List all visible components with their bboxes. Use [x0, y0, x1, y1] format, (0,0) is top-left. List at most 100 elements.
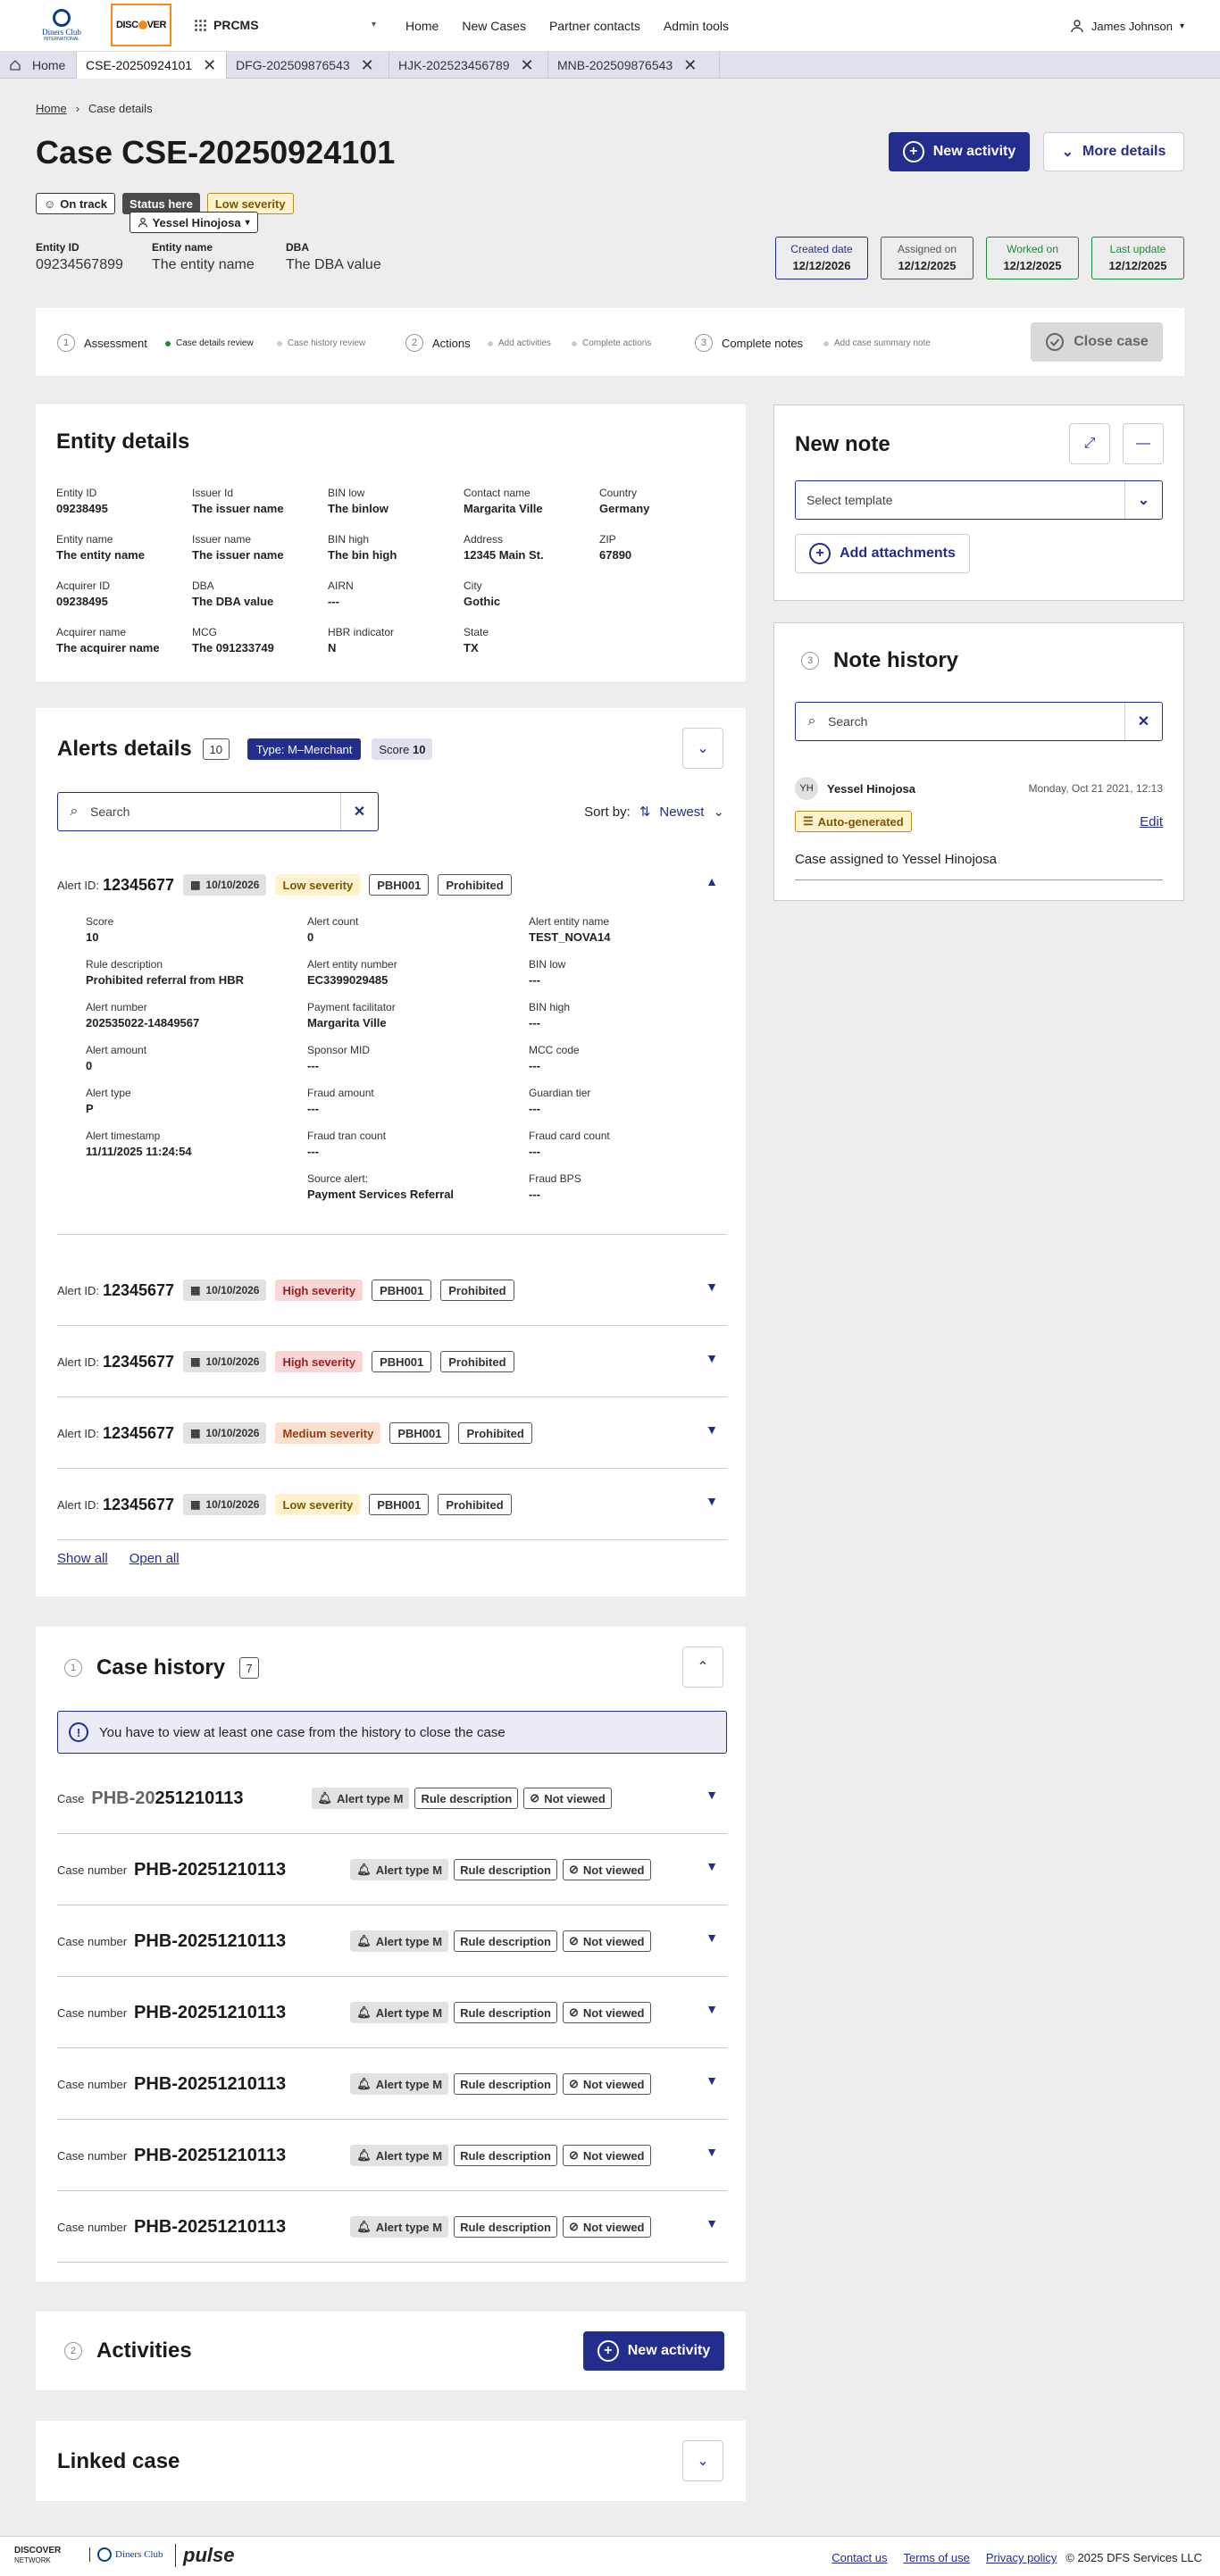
- close-case-button[interactable]: Close case: [1031, 322, 1163, 362]
- template-select[interactable]: Select template ⌄: [795, 480, 1163, 520]
- nav-admin-tools[interactable]: Admin tools: [664, 19, 729, 33]
- entity-field: HBR indicator N: [328, 626, 395, 654]
- expand-linked-button[interactable]: ⌄: [682, 2440, 723, 2481]
- edit-note-link[interactable]: Edit: [1140, 814, 1163, 829]
- alert-row[interactable]: Alert ID: 12345677 ▦ 10/10/2026 High severit…: [57, 1255, 727, 1326]
- chevron-down-icon[interactable]: ▾: [372, 20, 376, 29]
- chevron-down-icon[interactable]: ▼: [706, 1859, 718, 1873]
- chevron-down-icon[interactable]: ▼: [706, 1788, 718, 1802]
- close-icon[interactable]: ✕: [521, 56, 534, 75]
- tab-case-active[interactable]: CSE-20250924101 ✕: [77, 52, 227, 79]
- alert-detail-field: Guardian tier ---: [529, 1087, 591, 1115]
- tab-case[interactable]: MNB-202509876543 ✕: [548, 52, 720, 79]
- severity-badge: Low severity: [275, 874, 361, 896]
- chevron-down-icon[interactable]: ⌄: [1124, 481, 1162, 519]
- entity-field: Entity ID 09238495: [56, 487, 108, 515]
- minimize-note-button[interactable]: —: [1123, 423, 1164, 464]
- user-menu[interactable]: James Johnson ▾: [1070, 19, 1184, 33]
- alert-type-chip: 🔔︎ Alert type M: [350, 1859, 449, 1880]
- alert-detail: Score 10 Alert count 0 Alert entity name TEST…: [86, 915, 750, 1201]
- note-search[interactable]: ⌕ Search ✕: [795, 702, 1163, 741]
- chevron-down-icon[interactable]: ▼: [706, 2145, 718, 2159]
- history-row[interactable]: Case number PHB-20251210113 🔔︎ Alert type M…: [57, 2048, 727, 2120]
- entity-field: ZIP 67890: [599, 533, 632, 562]
- expand-note-button[interactable]: ⤢: [1069, 423, 1110, 464]
- contact-us-link[interactable]: Contact us: [831, 2551, 887, 2564]
- close-icon[interactable]: ✕: [203, 56, 216, 75]
- chevron-up-icon[interactable]: ▲: [706, 874, 718, 888]
- nav-home[interactable]: Home: [405, 19, 439, 33]
- history-row[interactable]: Case number PHB-20251210113 🔔︎ Alert type M…: [57, 1834, 727, 1905]
- add-attachments-button[interactable]: + Add attachments: [795, 534, 970, 573]
- case-progress-bar: 1 Assessment Case details review Case his…: [36, 308, 1184, 376]
- alert-id: 12345677: [102, 1495, 175, 1513]
- chevron-down-icon[interactable]: ▼: [706, 2073, 718, 2088]
- not-viewed-chip: ⊘ Not viewed: [523, 1788, 612, 1809]
- nav-new-cases[interactable]: New Cases: [462, 19, 526, 33]
- entity-summary: Entity ID 09234567899 Entity name The enti…: [36, 241, 381, 272]
- substep: Case details review: [165, 338, 254, 348]
- privacy-link[interactable]: Privacy policy: [986, 2551, 1057, 2564]
- case-history-panel: 1 Case history 7 ⌃ ! You have to view at …: [36, 1627, 746, 2281]
- case-status-chips: ☺ On track Status here Low severity Yesse…: [36, 193, 294, 233]
- calendar-icon: ▦: [190, 879, 201, 891]
- home-icon: [10, 60, 21, 71]
- alert-date: ▦ 10/10/2026: [183, 1280, 267, 1301]
- new-activity-button[interactable]: + New activity: [583, 2331, 724, 2371]
- rule-chip: Rule description: [454, 1859, 557, 1880]
- tab-home[interactable]: Home: [0, 52, 77, 79]
- calendar-icon: ▦: [190, 1355, 201, 1368]
- severity-badge: Low severity: [275, 1494, 361, 1515]
- not-viewed-chip: ⊘ Not viewed: [562, 1930, 651, 1952]
- entity-fields: Entity ID 09238495 Issuer Id The issuer nam…: [56, 487, 735, 654]
- show-all-link[interactable]: Show all: [57, 1551, 108, 1566]
- nav-partner-contacts[interactable]: Partner contacts: [549, 19, 640, 33]
- breadcrumb-home[interactable]: Home: [36, 102, 67, 115]
- alerts-search[interactable]: ⌕ Search ✕: [57, 792, 379, 831]
- entity-name: The entity name: [152, 257, 255, 272]
- sort-control[interactable]: Sort by: ⇅ Newest ⌄: [584, 804, 724, 821]
- section-title: Linked case: [57, 2449, 180, 2473]
- history-row[interactable]: Case number PHB-20251210113 🔔︎ Alert type M…: [57, 2120, 727, 2191]
- clear-icon[interactable]: ✕: [1124, 703, 1162, 740]
- alert-id: 12345677: [102, 1423, 175, 1442]
- history-row[interactable]: Case number PHB-20251210113 🔔︎ Alert type M…: [57, 2191, 727, 2263]
- more-details-button[interactable]: ⌄ More details: [1043, 132, 1184, 171]
- chevron-down-icon[interactable]: ▼: [706, 2002, 718, 2016]
- alert-row[interactable]: Alert ID: 12345677 ▦ 10/10/2026 Medium sever…: [57, 1397, 727, 1469]
- chevron-down-icon[interactable]: ▼: [706, 1930, 718, 1945]
- history-row[interactable]: Case PHB-20251210113 🔔︎ Alert type M Rule de…: [57, 1763, 727, 1834]
- chevron-down-icon[interactable]: ▼: [706, 1422, 718, 1437]
- history-row[interactable]: Case number PHB-20251210113 🔔︎ Alert type M…: [57, 1977, 727, 2048]
- alert-detail-field: Alert timestamp 11/11/2025 11:24:54: [86, 1130, 192, 1158]
- chevron-down-icon[interactable]: ▼: [706, 1494, 718, 1508]
- alerts-panel: Alerts details 10 Type: M–Merchant Score…: [36, 708, 746, 1596]
- eye-off-icon: ⊘: [568, 2220, 579, 2233]
- step-assessment: 1 Assessment: [57, 334, 147, 352]
- alert-detail-field: Alert type P: [86, 1087, 131, 1115]
- assignee-dropdown[interactable]: Yessel Hinojosa ▾: [129, 212, 258, 233]
- close-icon[interactable]: ✕: [361, 56, 374, 75]
- collapse-alerts-button[interactable]: ⌄: [682, 728, 723, 769]
- chevron-down-icon[interactable]: ▼: [706, 2216, 718, 2230]
- terms-link[interactable]: Terms of use: [903, 2551, 969, 2564]
- history-row[interactable]: Case number PHB-20251210113 🔔︎ Alert type M…: [57, 1905, 727, 1977]
- alert-row[interactable]: Alert ID: 12345677 ▦ 10/10/2026 High severit…: [57, 1326, 727, 1397]
- case-number: PHB-20251210113: [134, 2002, 287, 2022]
- chevron-down-icon[interactable]: ▼: [706, 1280, 718, 1294]
- on-track-badge: ☺ On track: [36, 193, 116, 214]
- close-icon[interactable]: ✕: [683, 56, 697, 75]
- clear-icon[interactable]: ✕: [340, 793, 378, 830]
- app-switcher[interactable]: PRCMS: [195, 18, 259, 32]
- top-bar: Diners Club INTERNATIONAL DISC VER PRCMS …: [0, 0, 1220, 52]
- tab-case[interactable]: DFG-202509876543 ✕: [227, 52, 389, 79]
- open-all-link[interactable]: Open all: [130, 1551, 180, 1566]
- tab-case[interactable]: HJK-202523456789 ✕: [389, 52, 548, 79]
- alert-type-chip: 🔔︎ Alert type M: [350, 2145, 449, 2166]
- collapse-history-button[interactable]: ⌃: [682, 1646, 723, 1688]
- alert-row[interactable]: Alert ID: 12345677 ▦ 10/10/2026 Low severity…: [57, 1469, 727, 1540]
- alert-detail-field: Fraud card count ---: [529, 1130, 610, 1158]
- alert-type-chip: 🔔︎ Alert type M: [350, 2216, 449, 2238]
- new-activity-button[interactable]: + New activity: [889, 132, 1030, 171]
- chevron-down-icon[interactable]: ▼: [706, 1351, 718, 1365]
